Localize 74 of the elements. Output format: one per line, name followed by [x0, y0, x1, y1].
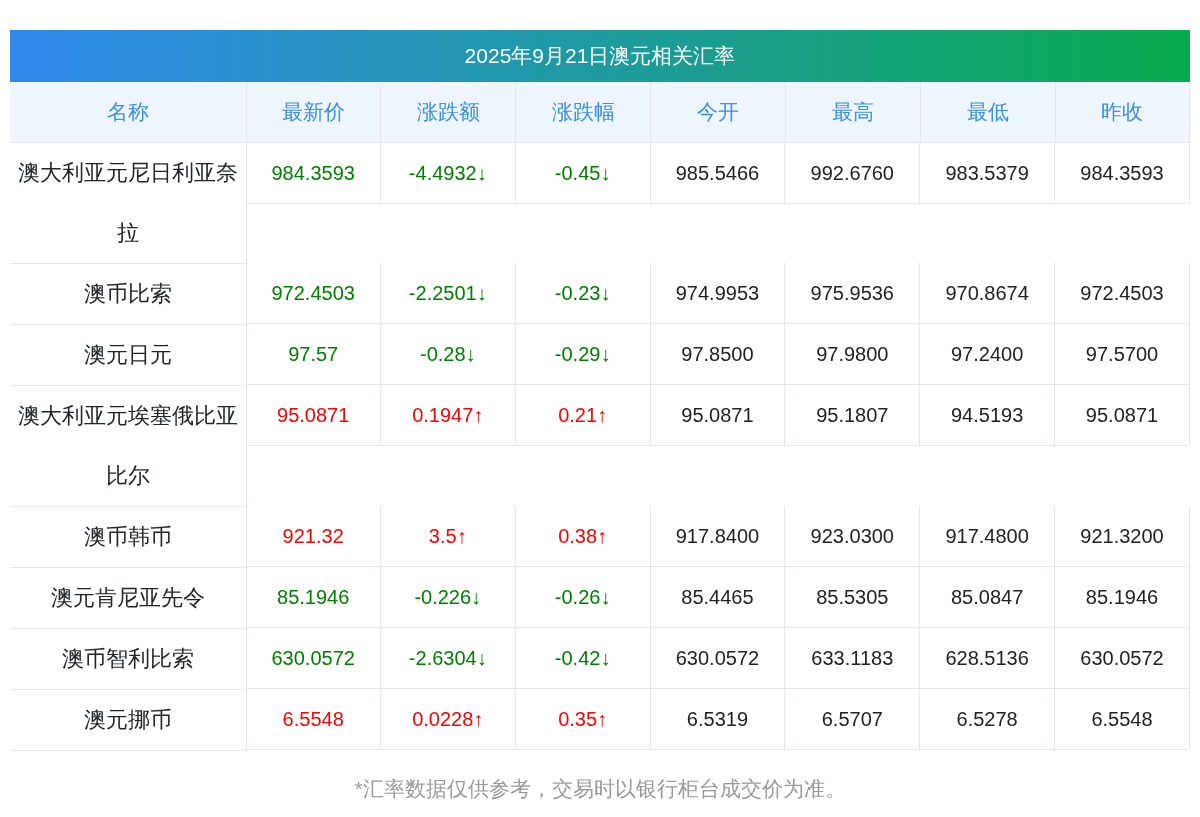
table-cell: 628.5136	[920, 628, 1056, 689]
table-cell: 97.9800	[785, 324, 921, 385]
table-cell: -0.42↓	[515, 628, 651, 689]
table-cell: -0.23↓	[515, 263, 651, 324]
table-cell: 97.8500	[650, 324, 786, 385]
table-cell: -2.2501↓	[380, 263, 516, 324]
table-cell: 984.3593	[246, 142, 381, 204]
table-cell: 85.1946	[1055, 567, 1190, 628]
column-header: 名称	[10, 82, 246, 142]
table-cell: 970.8674	[920, 263, 1056, 324]
table-cell: 95.0871	[1055, 385, 1190, 446]
table-cell: 3.5↑	[380, 506, 516, 567]
table-cell: 95.1807	[785, 385, 921, 446]
table-cell: -0.26↓	[515, 567, 651, 628]
table-cell: 85.4465	[650, 567, 786, 628]
table-cell: 97.57	[246, 324, 381, 385]
table-cell: 6.5548	[1055, 689, 1190, 750]
currency-pair-cell: 澳币比索	[10, 263, 246, 324]
table-cell: 972.4503	[1055, 263, 1190, 324]
table-cell: -0.45↓	[515, 142, 651, 204]
table-cell: 917.8400	[650, 506, 786, 567]
table-cell: 6.5548	[246, 689, 381, 750]
table-cell: 921.32	[246, 506, 381, 567]
table-cell: 0.35↑	[515, 689, 651, 750]
table-cell: 97.2400	[920, 324, 1056, 385]
table-cell: -2.6304↓	[380, 628, 516, 689]
currency-pair-cell: 澳大利亚元埃塞俄比亚比尔	[10, 385, 246, 506]
table-cell: 0.21↑	[515, 385, 651, 446]
table-cell: 633.1183	[785, 628, 921, 689]
table-cell: -0.28↓	[380, 324, 516, 385]
currency-pair-cell: 澳元肯尼亚先令	[10, 567, 246, 628]
table-cell: 85.0847	[920, 567, 1056, 628]
table-cell: -0.226↓	[380, 567, 516, 628]
table-cell: 94.5193	[920, 385, 1056, 446]
table-cell: -0.29↓	[515, 324, 651, 385]
table-cell: 984.3593	[1055, 142, 1190, 204]
table-cell: 85.1946	[246, 567, 381, 628]
table-cell: 6.5278	[920, 689, 1056, 750]
column-header: 涨跌额	[380, 82, 516, 142]
table-cell: 983.5379	[920, 142, 1056, 204]
table-cell: 95.0871	[246, 385, 381, 446]
column-header: 涨跌幅	[515, 82, 651, 142]
table-cell: 0.38↑	[515, 506, 651, 567]
column-header: 最高	[785, 82, 921, 142]
table-cell: 630.0572	[246, 628, 381, 689]
currency-pair-cell: 澳元日元	[10, 324, 246, 385]
table-cell: 972.4503	[246, 263, 381, 324]
column-header: 今开	[650, 82, 786, 142]
footnote: *汇率数据仅供参考，交易时以银行柜台成交价为准。	[353, 775, 847, 802]
column-header: 最低	[920, 82, 1056, 142]
table-cell: 921.3200	[1055, 506, 1190, 567]
currency-pair-cell: 澳大利亚元尼日利亚奈拉	[10, 142, 246, 263]
table-cell: 0.0228↑	[380, 689, 516, 750]
table-cell: 85.5305	[785, 567, 921, 628]
table-cell: 923.0300	[785, 506, 921, 567]
currency-pair-cell: 澳币智利比索	[10, 628, 246, 689]
column-header: 最新价	[246, 82, 381, 142]
currency-pair-cell: 澳元挪币	[10, 689, 246, 750]
table-cell: 6.5707	[785, 689, 921, 750]
table-cell: 992.6760	[785, 142, 921, 204]
currency-pair-cell: 澳币韩币	[10, 506, 246, 567]
table-cell: 975.9536	[785, 263, 921, 324]
table-cell: 0.1947↑	[380, 385, 516, 446]
table-cell: -4.4932↓	[380, 142, 516, 204]
table-cell: 6.5319	[650, 689, 786, 750]
table-cell: 985.5466	[650, 142, 786, 204]
table-cell: 97.5700	[1055, 324, 1190, 385]
table-cell: 917.4800	[920, 506, 1056, 567]
column-header: 昨收	[1055, 82, 1190, 142]
table-title: 2025年9月21日澳元相关汇率	[10, 30, 1190, 82]
table-cell: 95.0871	[650, 385, 786, 446]
table-cell: 630.0572	[650, 628, 786, 689]
table-cell: 630.0572	[1055, 628, 1190, 689]
table-cell: 974.9953	[650, 263, 786, 324]
